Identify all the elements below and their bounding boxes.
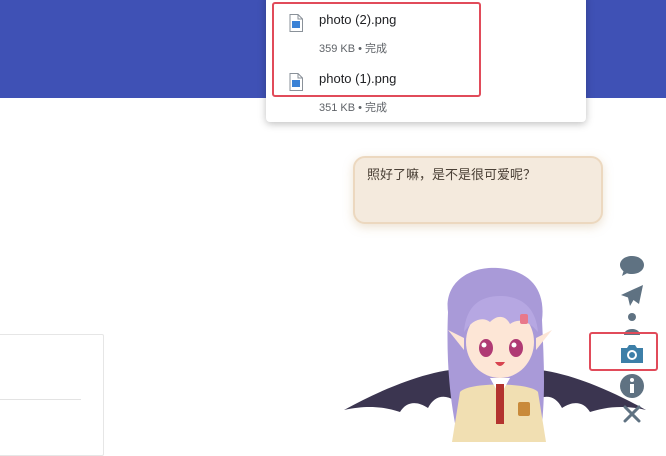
download-size: 351 KB: [319, 102, 356, 114]
info-icon[interactable]: [614, 372, 650, 400]
mascot-speech-bubble: 照好了嘛，是不是很可爱呢？: [353, 156, 603, 224]
download-status: 完成: [364, 102, 387, 114]
download-meta: 351 KB • 完成: [319, 99, 387, 115]
mascot-message: 照好了嘛，是不是很可爱呢？: [367, 167, 537, 182]
chat-icon[interactable]: [614, 252, 650, 280]
downloads-highlight-box: [272, 2, 481, 97]
content-card: [0, 334, 104, 456]
paper-plane-icon[interactable]: [614, 282, 650, 310]
meta-separator: •: [358, 102, 362, 114]
close-icon[interactable]: [614, 400, 650, 428]
camera-highlight-box: [589, 332, 658, 371]
card-divider: [0, 399, 81, 400]
